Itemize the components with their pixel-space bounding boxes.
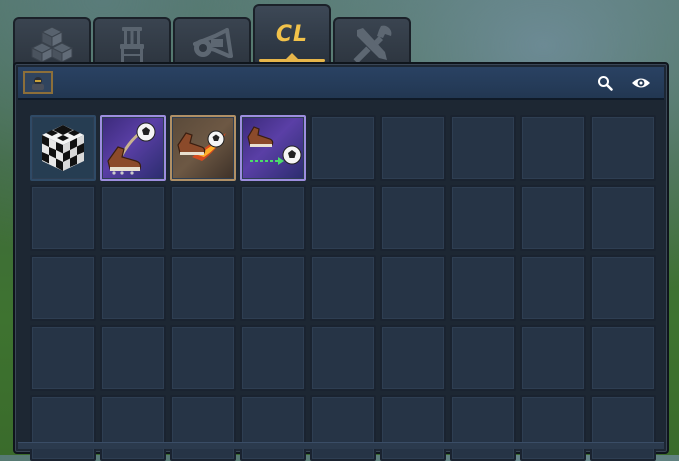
inventory-slot-empty[interactable] bbox=[590, 115, 656, 181]
inventory-slot-empty[interactable] bbox=[240, 255, 306, 321]
tab-cl[interactable]: CL bbox=[253, 4, 331, 68]
inventory-slot-empty[interactable] bbox=[380, 325, 446, 391]
tab-cl-label: CL bbox=[275, 21, 309, 47]
inventory-slot-empty[interactable] bbox=[100, 255, 166, 321]
inventory-slot-empty[interactable] bbox=[310, 325, 376, 391]
inventory-slot-long-pass[interactable] bbox=[240, 115, 306, 181]
inventory-slot-empty[interactable] bbox=[310, 115, 376, 181]
inventory-slot-empty[interactable] bbox=[590, 185, 656, 251]
inventory-slot-empty[interactable] bbox=[380, 115, 446, 181]
inventory-slot-empty[interactable] bbox=[380, 395, 446, 461]
character-filter-icon bbox=[32, 76, 44, 90]
inventory-slot-empty[interactable] bbox=[310, 395, 376, 461]
inventory-slot-empty[interactable] bbox=[100, 185, 166, 251]
inventory-slot-empty[interactable] bbox=[590, 395, 656, 461]
inventory-slot-empty[interactable] bbox=[520, 325, 586, 391]
tools-icon bbox=[353, 25, 392, 64]
search-button[interactable] bbox=[594, 72, 616, 94]
inventory-slot-empty[interactable] bbox=[100, 395, 166, 461]
inventory-slot-empty[interactable] bbox=[520, 185, 586, 251]
inventory-panel bbox=[13, 62, 669, 461]
inventory-slot-empty[interactable] bbox=[520, 115, 586, 181]
horn-icon bbox=[193, 28, 233, 58]
inventory-slot-empty[interactable] bbox=[380, 185, 446, 251]
inventory-slot-empty[interactable] bbox=[520, 255, 586, 321]
inventory-slot-empty[interactable] bbox=[100, 325, 166, 391]
inventory-slot-empty[interactable] bbox=[240, 325, 306, 391]
eye-icon bbox=[632, 78, 650, 88]
inventory-slot-empty[interactable] bbox=[520, 395, 586, 461]
inventory-slot-empty[interactable] bbox=[450, 395, 516, 461]
magnifier-icon bbox=[598, 76, 613, 91]
inventory-slot-overhead-kick[interactable] bbox=[100, 115, 166, 181]
inventory-slot-empty[interactable] bbox=[170, 185, 236, 251]
panel-bottom-edge bbox=[18, 442, 664, 449]
inventory-slot-empty[interactable] bbox=[450, 255, 516, 321]
inventory-slot-empty[interactable] bbox=[310, 185, 376, 251]
inventory-slot-empty[interactable] bbox=[590, 325, 656, 391]
inventory-slot-empty[interactable] bbox=[170, 325, 236, 391]
blocks-icon bbox=[30, 26, 74, 63]
inventory-header bbox=[18, 67, 664, 100]
inventory-grid bbox=[30, 115, 656, 461]
inventory-slot-empty[interactable] bbox=[590, 255, 656, 321]
character-filter-button[interactable] bbox=[23, 71, 53, 94]
inventory-slot-fire-shot[interactable] bbox=[170, 115, 236, 181]
inventory-slot-empty[interactable] bbox=[170, 255, 236, 321]
inventory-slot-football-block[interactable] bbox=[30, 115, 96, 181]
inventory-slot-empty[interactable] bbox=[450, 115, 516, 181]
active-tab-caret bbox=[286, 53, 298, 59]
inventory-slot-empty[interactable] bbox=[240, 395, 306, 461]
inventory-slot-empty[interactable] bbox=[30, 325, 96, 391]
chair-icon bbox=[120, 27, 144, 62]
inventory-slot-empty[interactable] bbox=[170, 395, 236, 461]
view-toggle-button[interactable] bbox=[630, 72, 652, 94]
inventory-slot-empty[interactable] bbox=[450, 325, 516, 391]
inventory-slot-empty[interactable] bbox=[450, 185, 516, 251]
inventory-slot-empty[interactable] bbox=[380, 255, 446, 321]
inventory-slot-empty[interactable] bbox=[310, 255, 376, 321]
inventory-slot-empty[interactable] bbox=[30, 395, 96, 461]
inventory-slot-empty[interactable] bbox=[30, 255, 96, 321]
inventory-slot-empty[interactable] bbox=[30, 185, 96, 251]
inventory-slot-empty[interactable] bbox=[240, 185, 306, 251]
